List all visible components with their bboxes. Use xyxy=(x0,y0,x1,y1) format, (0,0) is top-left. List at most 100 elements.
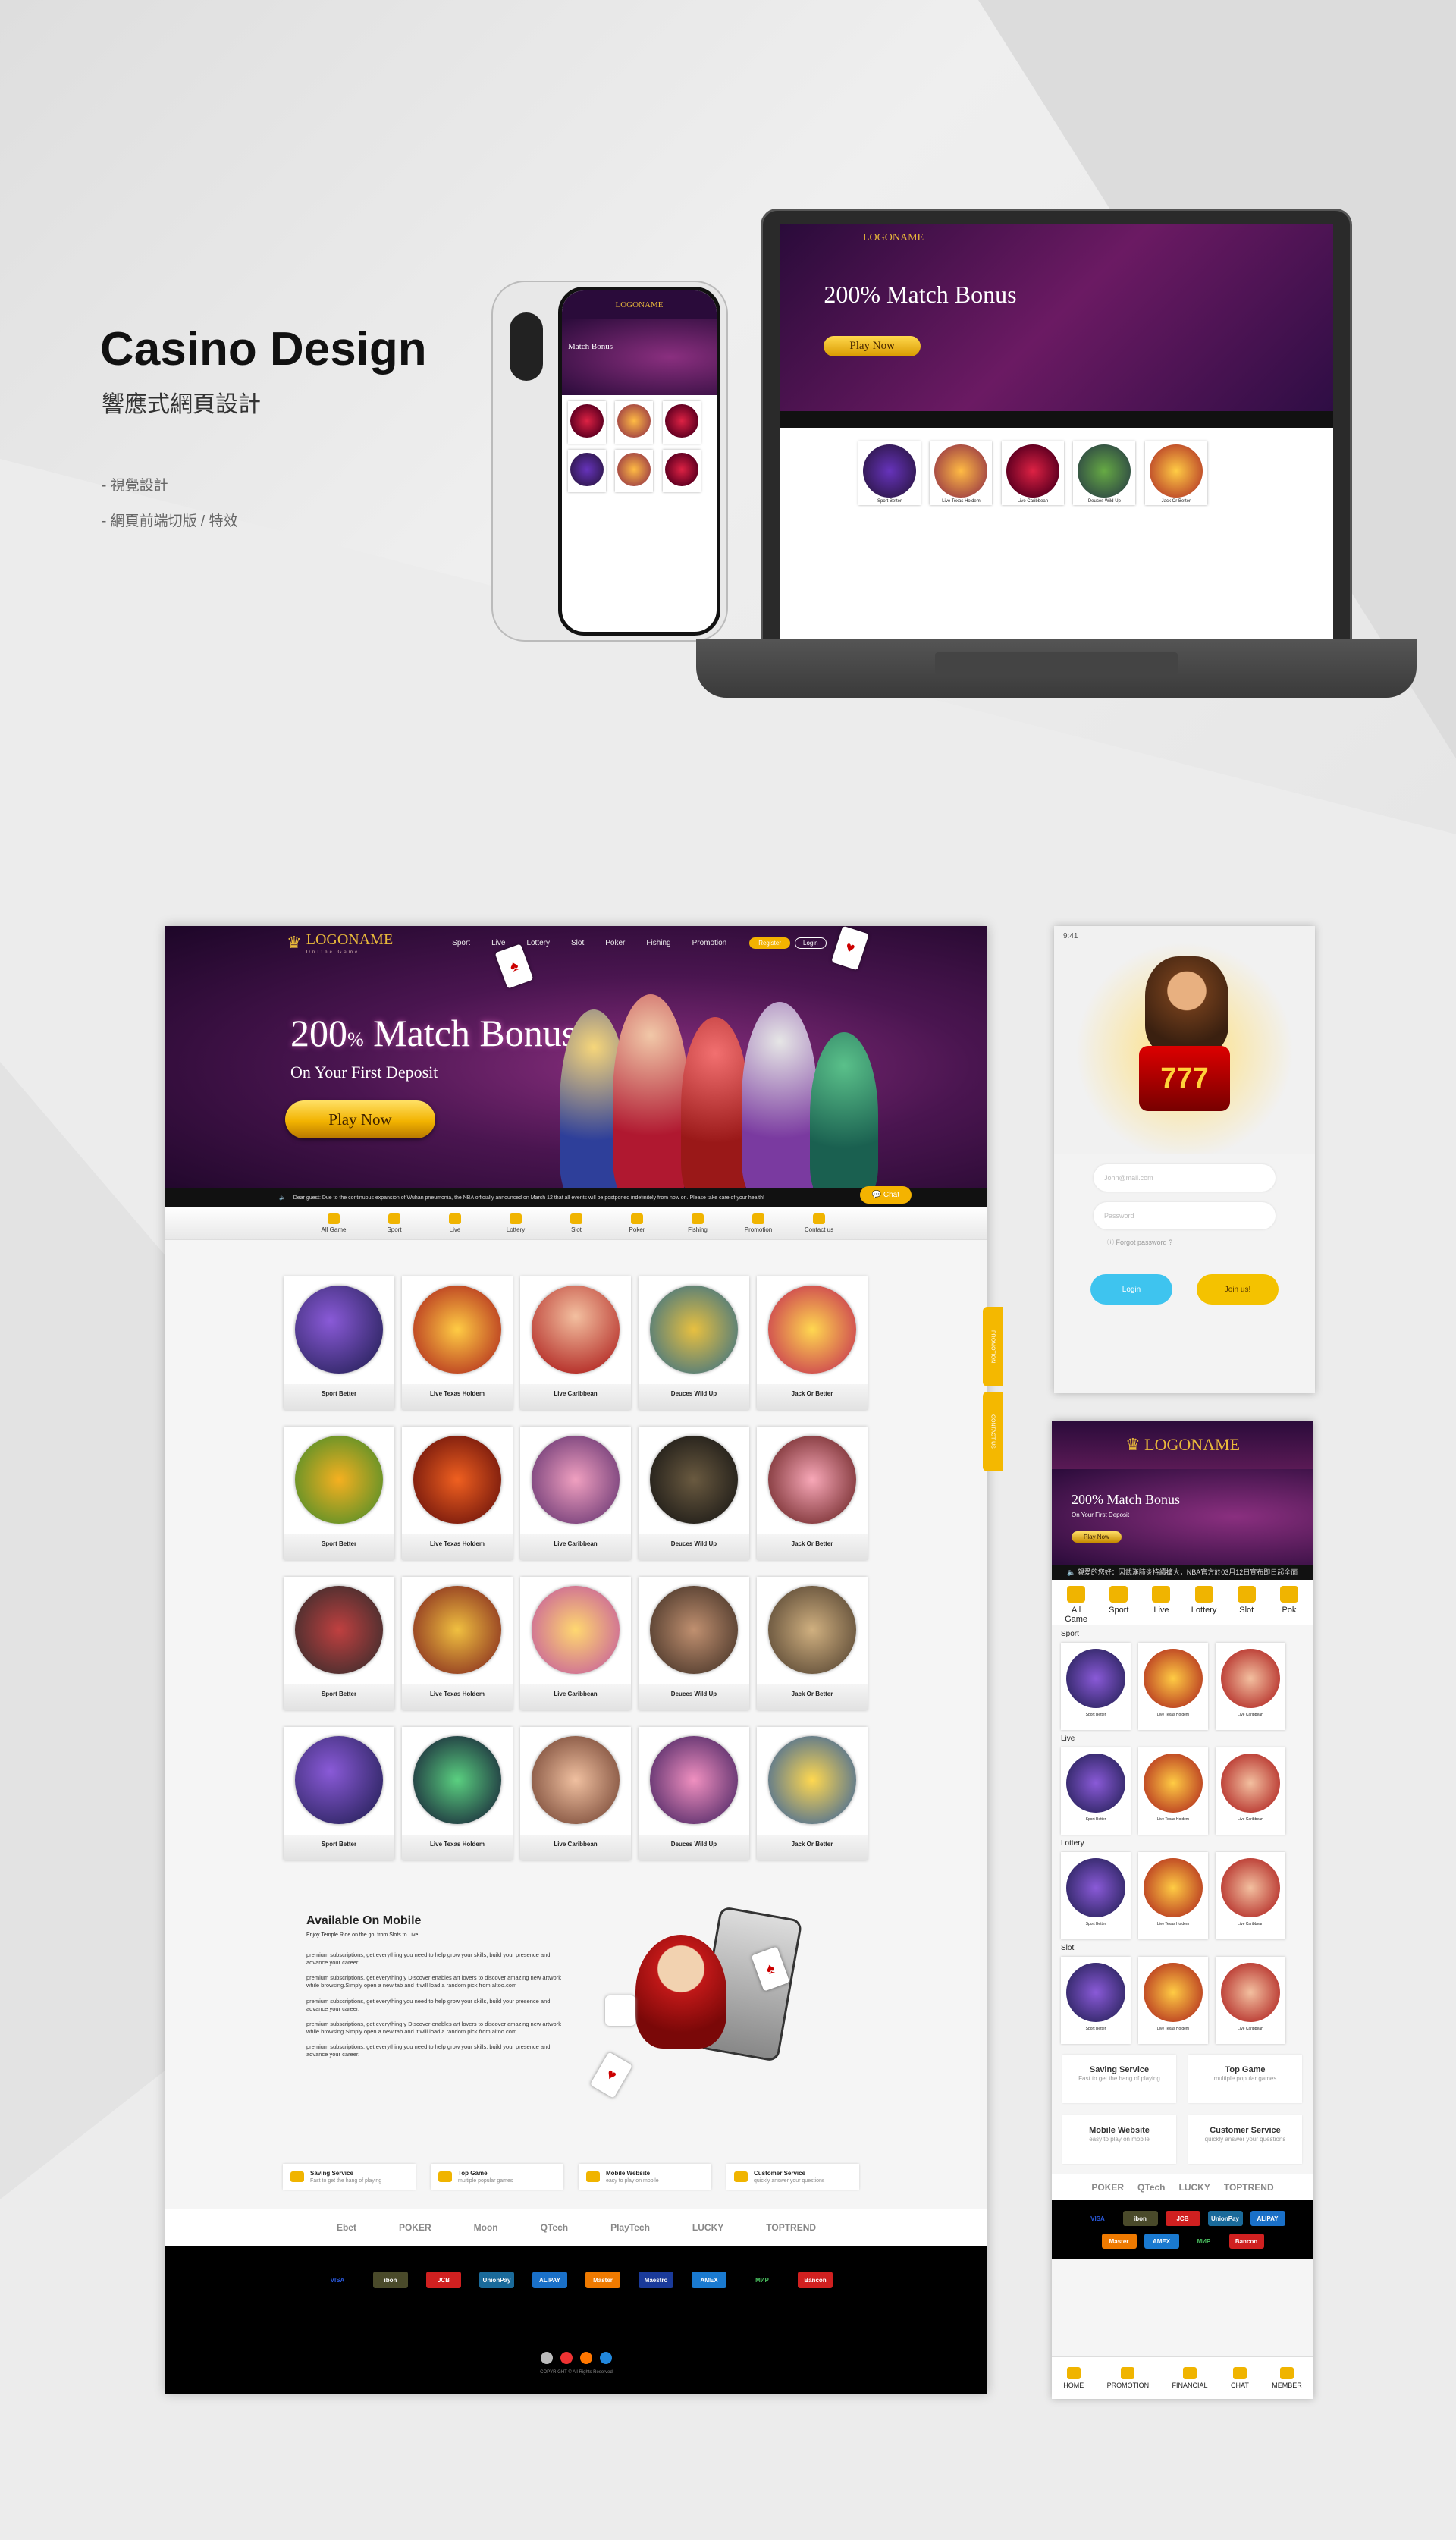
play-now-button[interactable]: Play Now xyxy=(285,1100,435,1138)
game-tile[interactable]: Deuces Wild Up xyxy=(639,1727,749,1860)
nav-sport[interactable]: Sport xyxy=(452,939,470,947)
game-tile[interactable]: Sport Better xyxy=(1061,1957,1131,2044)
game-tile[interactable]: Live Texas Holdem xyxy=(1138,1957,1208,2044)
email-field[interactable]: John@mail.com xyxy=(1094,1164,1276,1192)
game-tile[interactable]: Live Texas Holdem xyxy=(402,1427,513,1560)
game-tile[interactable]: Sport Better xyxy=(1061,1852,1131,1939)
category-poker[interactable]: Poker xyxy=(618,1213,656,1233)
speaker-icon: 🔈 xyxy=(279,1195,286,1201)
register-button[interactable]: Register xyxy=(749,937,790,949)
nav-live[interactable]: Live xyxy=(491,939,505,947)
contact-us-tab[interactable]: CONTACT US xyxy=(983,1392,1003,1471)
game-tile[interactable]: Sport Better xyxy=(1061,1643,1131,1730)
mobile-hero: 200% Match Bonus On Your First Deposit P… xyxy=(1052,1469,1313,1565)
login-button[interactable]: Login xyxy=(795,937,827,949)
forgot-password-link[interactable]: ⓘ Forgot password ? xyxy=(1107,1237,1315,1247)
mobile-cat[interactable]: Slot xyxy=(1233,1586,1260,1619)
games-icon xyxy=(1067,1586,1086,1603)
category-contact[interactable]: Contact us xyxy=(800,1213,838,1233)
user-icon xyxy=(1280,2367,1294,2379)
mobile-cat[interactable]: All Game xyxy=(1062,1586,1090,1624)
mobile-partners: POKER QTech LUCKY TOPTREND xyxy=(1052,2174,1313,2200)
mobile-cat[interactable]: Sport xyxy=(1105,1586,1132,1619)
status-time: 9:41 xyxy=(1063,932,1078,940)
password-field[interactable]: Password xyxy=(1094,1202,1276,1229)
game-tile[interactable]: Jack Or Better xyxy=(757,1727,868,1860)
game-tile[interactable]: Live Caribbean xyxy=(1216,1852,1285,1939)
category-lottery[interactable]: Lottery xyxy=(497,1213,535,1233)
section-label: Sport xyxy=(1061,1630,1079,1638)
game-tile[interactable]: Live Caribbean xyxy=(1216,1643,1285,1730)
category-promotion[interactable]: Promotion xyxy=(739,1213,777,1233)
logo[interactable]: ♛ LOGONAME Online Game xyxy=(287,931,393,955)
nav-financial[interactable]: FINANCIAL xyxy=(1172,2367,1208,2389)
nav-fishing[interactable]: Fishing xyxy=(646,939,670,947)
nav-home[interactable]: HOME xyxy=(1063,2367,1084,2389)
game-tile[interactable]: Live Texas Holdem xyxy=(1138,1747,1208,1835)
mobile-logo[interactable]: ♛ LOGONAME xyxy=(1052,1421,1313,1469)
coins-icon xyxy=(290,2171,304,2182)
age-18-icon xyxy=(541,2352,553,2364)
laptop-play-button[interactable]: Play Now xyxy=(824,336,921,357)
payment-logo: JCB xyxy=(426,2272,461,2288)
category-bar: All Game Sport Live Lottery Slot Poker F… xyxy=(165,1207,987,1240)
browser-icons xyxy=(165,2352,987,2364)
game-tile[interactable]: Live Caribbean xyxy=(1216,1747,1285,1835)
section-label: Live xyxy=(1061,1735,1075,1743)
game-tile[interactable]: Live Caribbean xyxy=(520,1276,631,1410)
game-tile[interactable]: Sport Better xyxy=(284,1427,394,1560)
promotion-tab[interactable]: PROMOTION xyxy=(983,1307,1003,1386)
mini-hero: Match Bonus xyxy=(562,319,717,395)
game-tile[interactable]: Live Caribbean xyxy=(520,1577,631,1710)
game-tile[interactable]: Deuces Wild Up xyxy=(639,1577,749,1710)
laptop-hero-title: 200% Match Bonus xyxy=(824,280,1017,308)
game-tile[interactable]: Sport Better xyxy=(1061,1747,1131,1835)
join-button[interactable]: Join us! xyxy=(1197,1274,1279,1305)
nav-chat[interactable]: CHAT xyxy=(1231,2367,1249,2389)
game-tile[interactable]: Live Texas Holdem xyxy=(1138,1643,1208,1730)
payment-methods: VISA ibon JCB UnionPay ALIPAY Master Mae… xyxy=(165,2246,987,2288)
category-sport[interactable]: Sport xyxy=(375,1213,413,1233)
partner-logo: Moon xyxy=(473,2222,498,2233)
payment-logo: Maestro xyxy=(639,2272,673,2288)
nav-promotion[interactable]: PROMOTION xyxy=(1107,2367,1149,2389)
game-tile[interactable]: Deuces Wild Up xyxy=(639,1276,749,1410)
nav-slot[interactable]: Slot xyxy=(571,939,584,947)
game-tile[interactable]: Jack Or Better xyxy=(757,1276,868,1410)
game-tile[interactable]: Live Texas Holdem xyxy=(402,1276,513,1410)
mobile-cat[interactable]: Pok xyxy=(1276,1586,1303,1619)
nav-lottery[interactable]: Lottery xyxy=(526,939,550,947)
game-tile[interactable]: Live Caribbean xyxy=(1216,1957,1285,2044)
category-live[interactable]: Live xyxy=(436,1213,474,1233)
fish-icon xyxy=(692,1213,704,1224)
feature-card: Customer Service quickly answer your ques… xyxy=(1188,2115,1302,2164)
mobile-cat[interactable]: Lottery xyxy=(1191,1586,1218,1619)
nav-poker[interactable]: Poker xyxy=(605,939,625,947)
mascot-illustration: ♠ ♥ xyxy=(589,1889,855,2117)
nav-member[interactable]: MEMBER xyxy=(1272,2367,1302,2389)
feature-top-game: Top Game multiple popular games xyxy=(431,2164,563,2190)
ie-icon xyxy=(600,2352,612,2364)
game-tile[interactable]: Sport Better xyxy=(284,1577,394,1710)
game-tile[interactable]: Live Texas Holdem xyxy=(402,1577,513,1710)
mobile-cat[interactable]: Live xyxy=(1147,1586,1175,1619)
game-tile[interactable]: Live Caribbean xyxy=(520,1727,631,1860)
category-all-game[interactable]: All Game xyxy=(315,1213,353,1233)
game-tile[interactable]: Jack Or Better xyxy=(757,1577,868,1710)
nav-promotion[interactable]: Promotion xyxy=(692,939,727,947)
category-slot[interactable]: Slot xyxy=(557,1213,595,1233)
game-tile[interactable]: Sport Better xyxy=(284,1276,394,1410)
chat-button[interactable]: 💬 Chat xyxy=(859,1186,912,1204)
login-submit-button[interactable]: Login xyxy=(1090,1274,1172,1305)
category-fishing[interactable]: Fishing xyxy=(679,1213,717,1233)
game-tile[interactable]: Sport Better xyxy=(284,1727,394,1860)
game-tile[interactable]: Jack Or Better xyxy=(757,1427,868,1560)
game-tile[interactable]: Live Texas Holdem xyxy=(1138,1852,1208,1939)
payment-logo: МИР xyxy=(755,2276,769,2284)
section-label: Slot xyxy=(1061,1944,1075,1952)
game-tile[interactable]: Live Texas Holdem xyxy=(402,1727,513,1860)
game-tile[interactable]: Deuces Wild Up xyxy=(639,1427,749,1560)
game-tile[interactable]: Live Caribbean xyxy=(520,1427,631,1560)
mobile-play-button[interactable]: Play Now xyxy=(1072,1531,1122,1543)
playing-card-icon: ♥ xyxy=(589,2052,633,2099)
